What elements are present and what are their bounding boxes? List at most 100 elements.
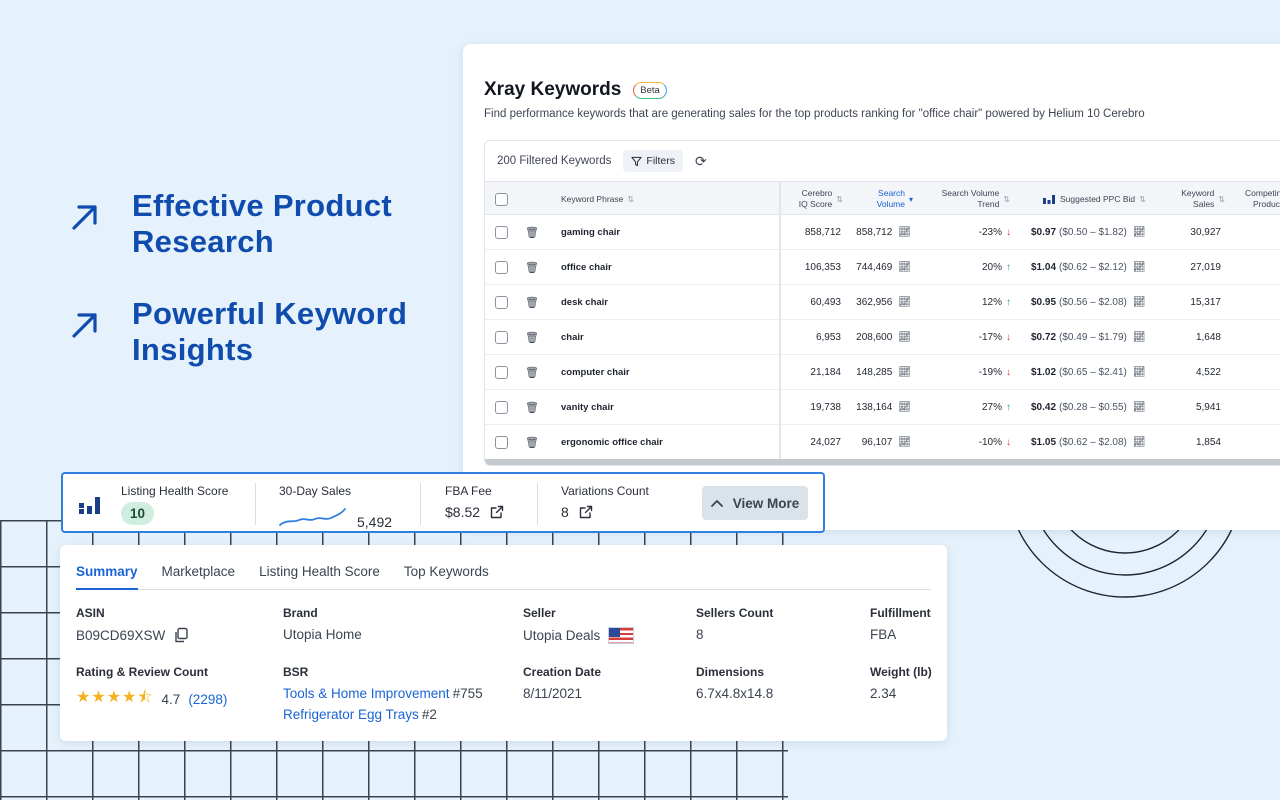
brand-field: Brand Utopia Home (283, 606, 362, 642)
trash-icon[interactable]: 🗑 (525, 226, 539, 239)
col-cerebro-iq[interactable]: Cerebro IQ Score ⇅ (781, 182, 843, 216)
col-search-volume[interactable]: Search Volume ▾ (851, 182, 913, 216)
row-checkbox[interactable] (495, 401, 508, 414)
trend-chart-icon[interactable]: 📈︎ (898, 262, 911, 273)
keyword-sales: 4,522 (1195, 367, 1221, 378)
trend-chart-icon[interactable]: 📈︎ (1133, 297, 1146, 308)
table-row[interactable]: 🗑 vanity chair 19,738 138,164 📈︎ 27% ↑ $0.42 ($0… (485, 390, 1280, 425)
cerebro-iq-score: 24,027 (810, 437, 841, 448)
trend-chart-icon[interactable]: 📈︎ (898, 332, 911, 343)
trend-chart-icon[interactable]: 📈︎ (898, 402, 911, 413)
row-checkbox[interactable] (495, 261, 508, 274)
ppc-bid: $1.02 (1031, 367, 1057, 378)
refresh-icon[interactable]: ⟳ (695, 153, 707, 170)
brand-value: Utopia Home (283, 627, 362, 642)
trend-chart-icon[interactable]: 📈︎ (898, 227, 911, 238)
view-more-button[interactable]: View More (702, 486, 808, 520)
col-label: Keyword Phrase (561, 193, 624, 204)
sort-icon: ⇅ (1218, 194, 1225, 204)
trend-chart-icon[interactable]: 📈︎ (1133, 367, 1146, 378)
col-label: Search Volume (941, 188, 1000, 198)
bsr-label: BSR (283, 665, 309, 679)
bsr-rank: #2 (421, 707, 437, 722)
trend-chart-icon[interactable]: 📈︎ (1133, 402, 1146, 413)
trend-chart-icon[interactable]: 📈︎ (898, 437, 911, 448)
external-link-icon[interactable] (490, 505, 504, 519)
search-volume: 138,164 (856, 402, 893, 413)
col-competing-products[interactable]: CompetingProducts (1245, 182, 1280, 216)
filters-button[interactable]: Filters (623, 150, 684, 172)
row-checkbox[interactable] (495, 331, 508, 344)
trend-chart-icon[interactable]: 📈︎ (898, 367, 911, 378)
col-search-volume-trend[interactable]: Search Volume Trend ⇅ (921, 182, 1010, 216)
keyword-phrase[interactable]: gaming chair (561, 215, 620, 250)
select-all-checkbox[interactable] (495, 192, 508, 206)
ppc-bid-range: ($0.62 – $2.08) (1059, 437, 1127, 448)
fulfillment-field: Fulfillment FBA (870, 606, 931, 642)
weight-value: 2.34 (870, 686, 897, 701)
weight-field: Weight (lb) 2.34 (870, 665, 932, 701)
sort-desc-icon: ▾ (908, 194, 913, 204)
trend-chart-icon[interactable]: 📈︎ (1133, 227, 1146, 238)
helium10-bars-icon (79, 497, 100, 514)
bsr-category-link[interactable]: Tools & Home Improvement (283, 686, 450, 701)
search-volume: 96,107 (861, 437, 893, 448)
keyword-phrase[interactable]: computer chair (561, 355, 630, 390)
keyword-phrase[interactable]: chair (561, 320, 584, 355)
table-row[interactable]: 🗑 desk chair 60,493 362,956 📈︎ 12% ↑ $0.95 ($0.5… (485, 285, 1280, 320)
tab-top-keywords[interactable]: Top Keywords (404, 564, 489, 590)
search-volume-trend: -19% (978, 367, 1002, 378)
horizontal-scrollbar[interactable] (485, 459, 1280, 465)
keyword-sales: 1,854 (1195, 437, 1221, 448)
keyword-phrase[interactable]: office chair (561, 250, 612, 285)
ppc-bid: $0.97 (1031, 227, 1057, 238)
row-checkbox[interactable] (495, 226, 508, 239)
trend-chart-icon[interactable]: 📈︎ (1133, 262, 1146, 273)
tab-listing-health-score[interactable]: Listing Health Score (259, 564, 380, 590)
dimensions-label: Dimensions (696, 665, 765, 679)
keyword-phrase[interactable]: desk chair (561, 285, 608, 320)
trash-icon[interactable]: 🗑 (525, 436, 539, 449)
tab-summary[interactable]: Summary (76, 564, 138, 590)
bsr-category-link[interactable]: Refrigerator Egg Trays (283, 707, 419, 722)
ppc-bid-range: ($0.62 – $2.12) (1059, 262, 1127, 273)
trend-chart-icon[interactable]: 📈︎ (1133, 437, 1146, 448)
table-row[interactable]: 🗑 office chair 106,353 744,469 📈︎ 20% ↑ $1.04 ($… (485, 250, 1280, 285)
copy-icon[interactable] (173, 627, 189, 643)
col-label: Keyword (1181, 188, 1215, 198)
table-row[interactable]: 🗑 gaming chair 858,712 858,712 📈︎ -23% ↓ $0.97(… (485, 215, 1280, 250)
review-count-link[interactable]: (2298) (188, 692, 227, 707)
col-keyword-phrase[interactable]: Keyword Phrase ⇅ (561, 182, 634, 216)
star-rating-icon: ★★★★⯪ (76, 689, 154, 706)
view-more-label: View More (732, 495, 800, 511)
trend-chart-icon[interactable]: 📈︎ (1133, 332, 1146, 343)
row-checkbox[interactable] (495, 296, 508, 309)
trash-icon[interactable]: 🗑 (525, 366, 539, 379)
table-row[interactable]: 🗑 computer chair 21,184 148,285 📈︎ -19% ↓ $1.02… (485, 355, 1280, 390)
col-label: Suggested PPC Bid (1060, 193, 1136, 204)
keyword-phrase[interactable]: ergonomic office chair (561, 425, 663, 460)
headline-product-research: Effective Product Research (70, 188, 392, 260)
filtered-count: 200 Filtered Keywords (497, 155, 612, 167)
table-row[interactable]: 🗑 chair 6,953 208,600 📈︎ -17% ↓ $0.72 ($0.49 – $… (485, 320, 1280, 355)
trash-icon[interactable]: 🗑 (525, 401, 539, 414)
col-suggested-ppc-bid[interactable]: Suggested PPC Bid ⇅ (1043, 182, 1146, 216)
headline-line: Insights (132, 332, 254, 367)
arrow-up-right-icon (72, 313, 97, 338)
competing-products: 4, (1255, 425, 1280, 460)
external-link-icon[interactable] (579, 505, 593, 519)
search-volume-trend: -23% (978, 227, 1002, 238)
trash-icon[interactable]: 🗑 (525, 296, 539, 309)
col-keyword-sales[interactable]: Keyword Sales ⇅ (1165, 182, 1225, 216)
row-checkbox[interactable] (495, 436, 508, 449)
keyword-phrase[interactable]: vanity chair (561, 390, 614, 425)
tab-marketplace[interactable]: Marketplace (162, 564, 236, 590)
row-checkbox[interactable] (495, 366, 508, 379)
trend-chart-icon[interactable]: 📈︎ (898, 297, 911, 308)
trend-up-arrow-icon: ↑ (1006, 402, 1011, 413)
trash-icon[interactable]: 🗑 (525, 331, 539, 344)
chevron-up-icon (710, 500, 723, 507)
trash-icon[interactable]: 🗑 (525, 261, 539, 274)
table-row[interactable]: 🗑 ergonomic office chair 24,027 96,107 📈︎ -10… (485, 425, 1280, 460)
beta-badge: Beta (633, 81, 667, 99)
